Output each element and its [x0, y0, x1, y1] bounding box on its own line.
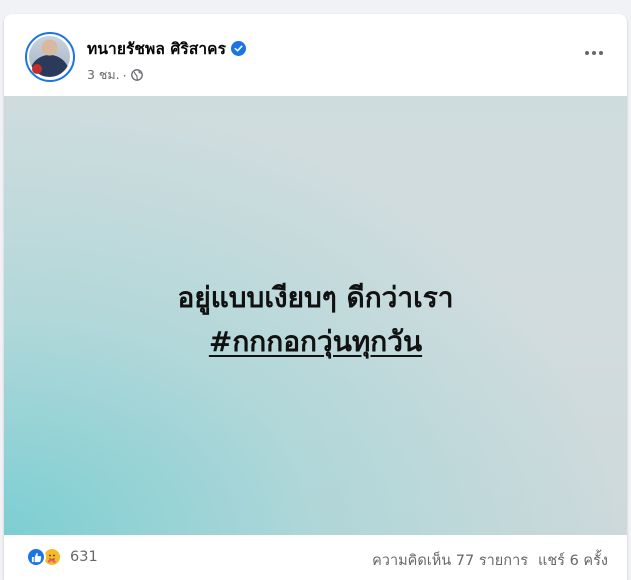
meta-separator: · [122, 67, 127, 83]
verified-badge-icon [231, 41, 247, 56]
hashtag-text[interactable]: #กกกอกวุ่นทุกวัน [209, 325, 422, 358]
like-reaction-icon [26, 547, 46, 567]
share-count-link[interactable]: แชร์ 6 ครั้ง [538, 549, 608, 572]
engagement-stats: ความคิดเห็น 77 รายการ แชร์ 6 ครั้ง [372, 549, 608, 572]
post-footer: 631 ความคิดเห็น 77 รายการ แชร์ 6 ครั้ง [4, 535, 627, 580]
media-hashtag: #กกกอกวุ่นทุกวัน [4, 320, 627, 364]
post-header: ทนายรัชพล ศิริสาคร 3 ชม. · [4, 14, 627, 96]
post-meta: 3 ชม. · [87, 65, 143, 85]
post-timestamp[interactable]: 3 ชม. [87, 65, 120, 85]
comment-count-link[interactable]: ความคิดเห็น 77 รายการ [372, 549, 528, 572]
media-text-line1: อยู่แบบเงียบๆ ดีกว่าเรา [177, 281, 454, 314]
globe-icon[interactable] [130, 69, 143, 81]
author-name-row: ทนายรัชพล ศิริสาคร [87, 36, 247, 61]
author-avatar[interactable] [25, 32, 75, 82]
post-card: ทนายรัชพล ศิริสาคร 3 ชม. · อยู่แบบเงียบๆ… [4, 14, 627, 580]
post-media[interactable]: อยู่แบบเงียบๆ ดีกว่าเรา #กกกอกวุ่นทุกวัน [4, 96, 627, 535]
reaction-count: 631 [70, 549, 98, 565]
more-options-icon[interactable] [581, 40, 607, 66]
author-name-link[interactable]: ทนายรัชพล ศิริสาคร [87, 36, 226, 61]
reactions-summary[interactable]: 631 [26, 547, 98, 567]
avatar-badge [32, 64, 42, 74]
